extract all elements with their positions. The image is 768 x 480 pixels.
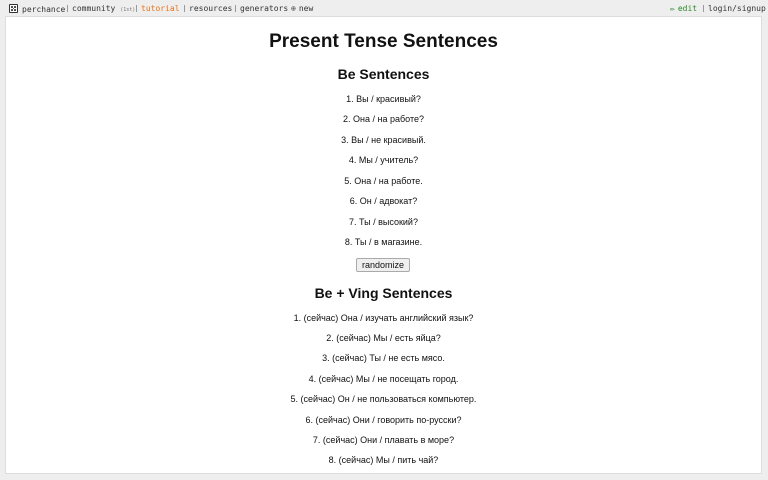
- nav-generators-label: generators: [240, 4, 289, 13]
- be-sentence: 3. Вы / не красивый.: [341, 135, 426, 145]
- resources-icon: [184, 5, 185, 12]
- ving-sentence: 1. (сейчас) Она / изучать английский язы…: [293, 313, 474, 323]
- nav-login-label: login/signup: [708, 4, 766, 13]
- nav-brand[interactable]: perchance: [9, 4, 65, 14]
- be-sentence: 1. Вы / красивый?: [346, 94, 421, 104]
- randomize-button[interactable]: randomize: [356, 258, 410, 272]
- be-sentence: 7. Ты / высокий?: [349, 217, 418, 227]
- ving-sentence: 3. (сейчас) Ты / не есть мясо.: [322, 353, 445, 363]
- user-icon: [703, 5, 704, 12]
- nav-tutorial[interactable]: tutorial: [136, 4, 180, 13]
- nav-community[interactable]: community (1st): [67, 4, 135, 13]
- nav-new[interactable]: ⊕ new: [291, 4, 313, 13]
- ving-sentence: 6. (сейчас) Они / говорить по-русски?: [305, 415, 462, 425]
- be-sentence: 8. Ты / в магазине.: [344, 237, 423, 247]
- plus-circle-icon: ⊕: [291, 4, 296, 13]
- nav-community-label: community: [72, 4, 116, 13]
- ving-sentence: 8. (сейчас) Мы / пить чай?: [328, 455, 439, 465]
- ving-sentence: 4. (сейчас) Мы / не посещать город.: [308, 374, 459, 384]
- nav-edit[interactable]: ✏ edit: [670, 4, 697, 13]
- ving-sentence: 7. (сейчас) Они / плавать в море?: [312, 435, 455, 445]
- top-nav: perchance community (1st) tutorial resou…: [0, 0, 768, 16]
- community-badge: (1st): [120, 7, 136, 13]
- nav-edit-label: edit: [677, 4, 698, 13]
- be-sentences-heading: Be Sentences: [337, 66, 430, 82]
- nav-new-label: new: [298, 4, 314, 13]
- nav-resources-label: resources: [189, 4, 233, 13]
- ving-sentence: 5. (сейчас) Он / не пользоваться компьют…: [290, 394, 477, 404]
- ving-sentence: 2. (сейчас) Мы / есть яйца?: [326, 333, 441, 343]
- community-icon: [67, 5, 68, 12]
- tutorial-icon: [136, 5, 137, 12]
- nav-brand-label: perchance: [22, 5, 66, 14]
- pencil-icon: ✏: [670, 4, 675, 13]
- be-sentence: 2. Она / на работе?: [343, 114, 424, 124]
- ving-sentences-heading: Be + Ving Sentences: [314, 285, 453, 301]
- dice-icon: [9, 4, 18, 13]
- generator-output-panel: Present Tense Sentences Be Sentences 1. …: [5, 16, 762, 474]
- nav-resources[interactable]: resources: [184, 4, 232, 13]
- nav-generators[interactable]: generators: [235, 4, 288, 13]
- page-title: Present Tense Sentences: [269, 31, 498, 52]
- nav-login[interactable]: login/signup: [703, 4, 766, 13]
- be-sentence: 4. Мы / учитель?: [348, 155, 419, 165]
- nav-tutorial-label: tutorial: [141, 4, 180, 13]
- generators-icon: [235, 5, 236, 12]
- be-sentence: 5. Она / на работе.: [344, 176, 423, 186]
- be-sentence: 6. Он / адвокат?: [349, 196, 418, 206]
